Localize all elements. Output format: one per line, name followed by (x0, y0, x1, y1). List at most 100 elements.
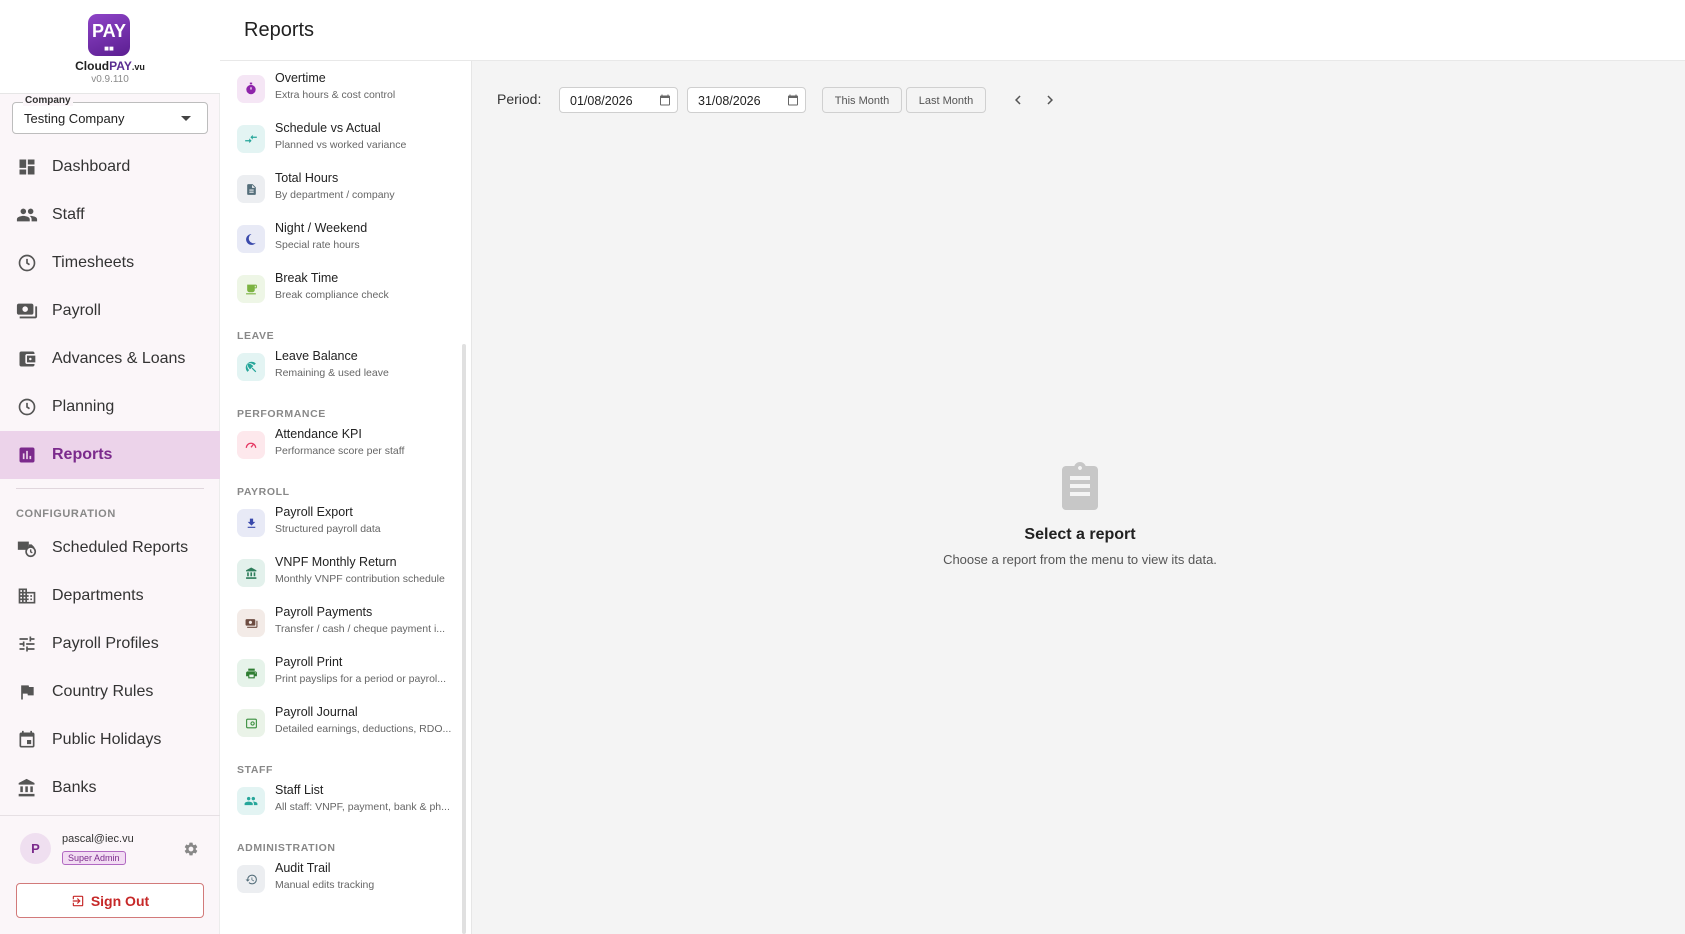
report-item-subtitle: Special rate hours (275, 239, 360, 251)
nav-item-reports[interactable]: Reports (0, 431, 220, 479)
chevron-right-icon[interactable] (1041, 91, 1059, 109)
report-item-title: Schedule vs Actual (275, 121, 381, 135)
report-item-subtitle: Detailed earnings, deductions, RDO... (275, 723, 452, 735)
role-badge: Super Admin (62, 851, 126, 865)
report-item-staff-list[interactable]: Staff List All staff: VNPF, payment, ban… (237, 779, 459, 825)
brand-name-part1: Cloud (75, 59, 110, 73)
last-month-button[interactable]: Last Month (906, 87, 986, 113)
nav-item-advances-loans[interactable]: Advances & Loans (0, 335, 220, 383)
nav-item-banks[interactable]: Banks (0, 764, 220, 812)
report-item-subtitle: Structured payroll data (275, 523, 381, 535)
nav-item-payroll[interactable]: Payroll (0, 287, 220, 335)
date-from-input[interactable]: 01/08/2026 (559, 87, 678, 113)
nav-item-departments[interactable]: Departments (0, 572, 220, 620)
brand-name-suffix: .vu (131, 62, 145, 72)
sign-out-button[interactable]: Sign Out (16, 883, 204, 918)
beach-umbrella-icon (237, 353, 265, 381)
report-item-overtime[interactable]: Overtime Extra hours & cost control (237, 67, 459, 113)
report-section-leave: LEAVE (237, 330, 275, 342)
company-select[interactable]: Company Testing Company (12, 95, 208, 134)
report-item-title: Night / Weekend (275, 221, 368, 235)
report-item-payroll-journal[interactable]: Payroll Journal Detailed earnings, deduc… (237, 701, 459, 747)
nav-divider (16, 488, 204, 489)
report-item-subtitle: Transfer / cash / cheque payment i... (275, 623, 446, 635)
user-panel: P pascal@iec.vu Super Admin Sign Out (0, 815, 220, 934)
report-section-administration: ADMINISTRATION (237, 842, 336, 854)
report-item-schedule-vs-actual[interactable]: Schedule vs Actual Planned vs worked var… (237, 117, 459, 163)
report-item-subtitle: Remaining & used leave (275, 367, 389, 379)
printer-icon (237, 659, 265, 687)
nav-item-label: Timesheets (52, 254, 135, 271)
nav-item-label: Staff (52, 206, 85, 223)
gear-icon[interactable] (183, 841, 199, 857)
nav-item-label: Planning (52, 398, 115, 415)
report-item-subtitle: Print payslips for a period or payrol... (275, 673, 446, 685)
date-to-value: 31/08/2026 (698, 94, 761, 108)
report-item-total-hours[interactable]: Total Hours By department / company (237, 167, 459, 213)
journal-icon (237, 709, 265, 737)
nav-item-timesheets[interactable]: Timesheets (0, 239, 220, 287)
report-item-title: Attendance KPI (275, 427, 362, 441)
chevron-left-icon[interactable] (1009, 91, 1027, 109)
empty-state-title: Select a report (1024, 526, 1136, 543)
report-item-title: Payroll Payments (275, 605, 373, 619)
nav-item-scheduled-reports[interactable]: Scheduled Reports (0, 524, 220, 572)
bank-icon (237, 559, 265, 587)
speedometer-icon (237, 431, 265, 459)
report-item-title: Audit Trail (275, 861, 331, 875)
people-icon (16, 204, 38, 226)
report-item-payroll-payments[interactable]: Payroll Payments Transfer / cash / chequ… (237, 601, 459, 647)
bar-chart-icon (16, 444, 38, 466)
calendar-icon[interactable] (659, 94, 671, 106)
nav-item-planning[interactable]: Planning (0, 383, 220, 431)
report-item-title: Payroll Print (275, 655, 343, 669)
report-item-title: VNPF Monthly Return (275, 555, 397, 569)
bank-icon (16, 777, 38, 799)
logout-icon (72, 895, 84, 906)
this-month-button[interactable]: This Month (822, 87, 902, 113)
company-value: Testing Company (24, 111, 125, 126)
truck-clock-icon (16, 537, 38, 559)
report-item-attendance-kpi[interactable]: Attendance KPI Performance score per sta… (237, 423, 459, 469)
report-item-vnpf-monthly-return[interactable]: VNPF Monthly Return Monthly VNPF contrib… (237, 551, 459, 597)
report-item-night-weekend[interactable]: Night / Weekend Special rate hours (237, 217, 459, 263)
building-icon (16, 585, 38, 607)
nav-item-label: Banks (52, 779, 97, 796)
cloudpay-logo[interactable]: PAY ■■ (88, 14, 130, 56)
report-item-break-time[interactable]: Break Time Break compliance check (237, 267, 459, 313)
moon-icon (237, 225, 265, 253)
nav-item-staff[interactable]: Staff (0, 191, 220, 239)
nav-item-label: Reports (52, 446, 113, 463)
flag-icon (16, 681, 38, 703)
nav-item-dashboard[interactable]: Dashboard (0, 143, 220, 191)
clock-icon (16, 396, 38, 418)
report-item-payroll-print[interactable]: Payroll Print Print payslips for a perio… (237, 651, 459, 697)
report-item-subtitle: Break compliance check (275, 289, 389, 301)
nav-item-public-holidays[interactable]: Public Holidays (0, 716, 220, 764)
coffee-icon (237, 275, 265, 303)
user-email: pascal@iec.vu (62, 833, 134, 845)
nav-item-label: Dashboard (52, 158, 131, 175)
history-icon (237, 865, 265, 893)
calendar-icon (16, 729, 38, 751)
report-item-subtitle: Performance score per staff (275, 445, 405, 457)
brand-name-part2: PAY (109, 59, 132, 73)
report-item-title: Payroll Journal (275, 705, 358, 719)
empty-state-subtitle: Choose a report from the menu to view it… (943, 552, 1217, 567)
report-item-title: Payroll Export (275, 505, 353, 519)
date-to-input[interactable]: 31/08/2026 (687, 87, 806, 113)
nav-item-country-rules[interactable]: Country Rules (0, 668, 220, 716)
report-item-leave-balance[interactable]: Leave Balance Remaining & used leave (237, 345, 459, 391)
nav-item-payroll-profiles[interactable]: Payroll Profiles (0, 620, 220, 668)
report-item-audit-trail[interactable]: Audit Trail Manual edits tracking (237, 857, 459, 903)
nav-item-label: Payroll (52, 302, 101, 319)
calendar-icon[interactable] (787, 94, 799, 106)
clock-icon (16, 252, 38, 274)
date-from-value: 01/08/2026 (570, 94, 633, 108)
report-item-payroll-export[interactable]: Payroll Export Structured payroll data (237, 501, 459, 547)
document-icon (237, 175, 265, 203)
nav-section-configuration: CONFIGURATION (16, 508, 116, 520)
avatar[interactable]: P (20, 833, 51, 864)
report-menu-scrollbar[interactable] (462, 344, 466, 934)
compare-arrows-icon (237, 125, 265, 153)
